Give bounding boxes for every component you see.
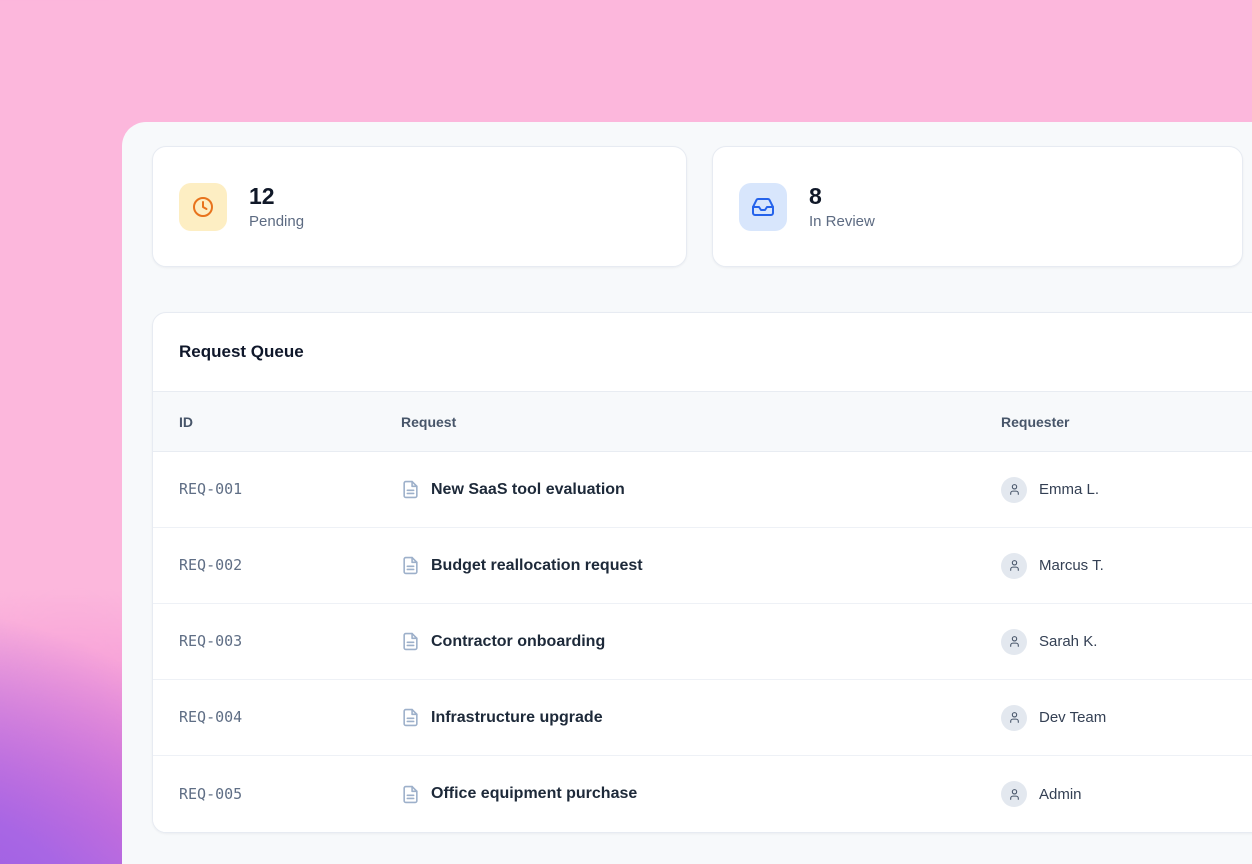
request-title: Contractor onboarding [431,633,605,651]
avatar [1001,705,1027,731]
column-header-request: Request [401,414,1001,430]
stats-row: 12 Pending 8 In Review [152,146,1252,267]
in-review-label: In Review [809,213,875,230]
column-header-requester: Requester [1001,414,1252,430]
table-row[interactable]: REQ-004 Infrastructure upgrade Dev Team [153,680,1252,756]
table-row[interactable]: REQ-003 Contractor onboarding Sarah K. [153,604,1252,680]
dashboard-panel: 12 Pending 8 In Review Request Queue ID [122,122,1252,864]
page-title: Request Queue [179,342,304,362]
request-queue-card: Request Queue ID Request Requester REQ-0… [152,312,1252,833]
avatar [1001,781,1027,807]
inbox-icon [739,183,787,231]
table-row[interactable]: REQ-001 New SaaS tool evaluation Emma L. [153,452,1252,528]
requester-name: Marcus T. [1039,557,1104,574]
stat-card-in-review: 8 In Review [712,146,1243,267]
request-id: REQ-005 [179,785,242,803]
table-header-row: ID Request Requester [153,392,1252,452]
stat-text: 8 In Review [809,183,875,229]
app-background: { "stats": [ { "icon": "clock-icon", "va… [0,0,1252,864]
file-text-icon [401,708,420,727]
in-review-count: 8 [809,183,875,209]
table-title-bar: Request Queue [153,313,1252,392]
request-id: REQ-002 [179,556,242,574]
request-title: Office equipment purchase [431,785,637,803]
requester-name: Admin [1039,786,1082,803]
pending-label: Pending [249,213,304,230]
table-row[interactable]: REQ-005 Office equipment purchase Admin [153,756,1252,832]
request-id: REQ-001 [179,480,242,498]
requester-name: Dev Team [1039,709,1106,726]
avatar [1001,629,1027,655]
file-text-icon [401,556,420,575]
table-row[interactable]: REQ-002 Budget reallocation request Marc… [153,528,1252,604]
request-title: New SaaS tool evaluation [431,481,625,499]
file-text-icon [401,480,420,499]
avatar [1001,477,1027,503]
request-title: Budget reallocation request [431,557,643,575]
avatar [1001,553,1027,579]
request-id: REQ-003 [179,632,242,650]
column-header-id: ID [153,414,401,430]
stat-text: 12 Pending [249,183,304,229]
file-text-icon [401,632,420,651]
request-id: REQ-004 [179,708,242,726]
clock-icon [179,183,227,231]
stat-card-pending: 12 Pending [152,146,687,267]
pending-count: 12 [249,183,304,209]
file-text-icon [401,785,420,804]
requester-name: Sarah K. [1039,633,1097,650]
request-title: Infrastructure upgrade [431,709,603,727]
requester-name: Emma L. [1039,481,1099,498]
